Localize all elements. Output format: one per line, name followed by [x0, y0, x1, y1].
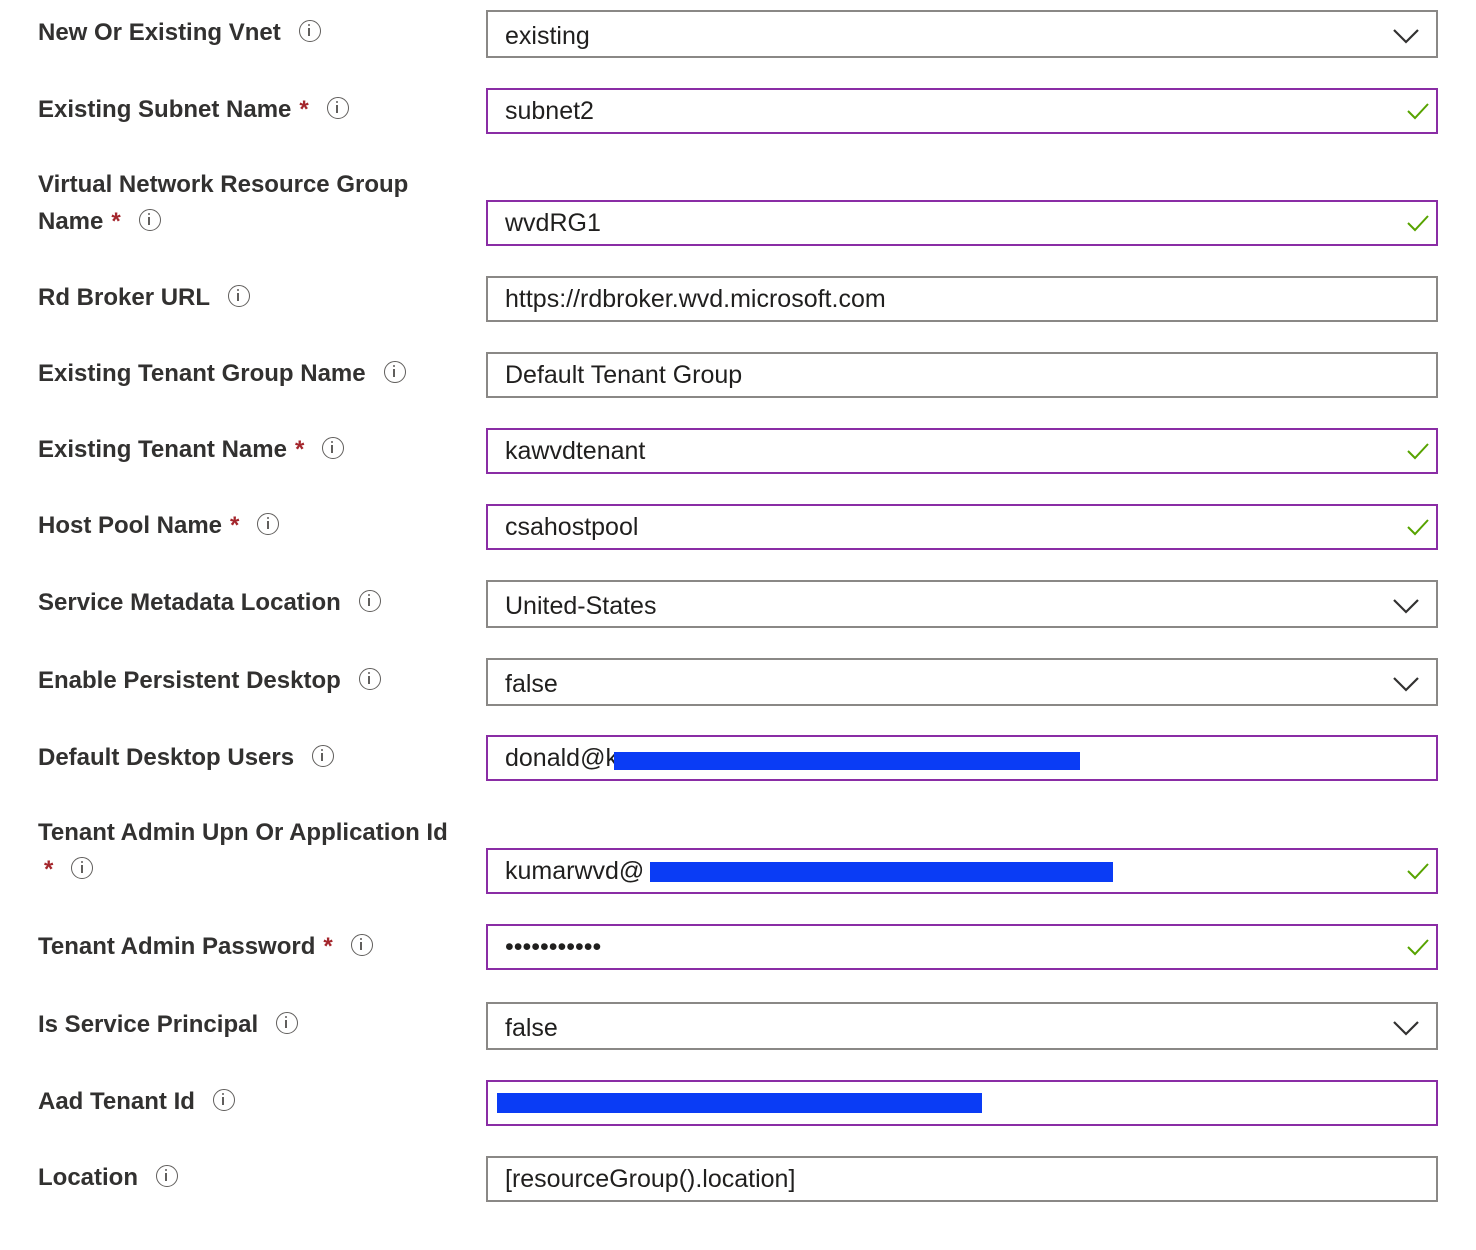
tenant-name-label: Existing Tenant Name *: [38, 431, 478, 468]
info-icon[interactable]: [383, 360, 406, 383]
metadata-location-label-text: Service Metadata Location: [38, 589, 341, 616]
checkmark-icon: [1407, 519, 1429, 536]
required-marker: *: [294, 436, 305, 463]
admin-password-value: •••••••••••: [505, 933, 602, 961]
vnet-rg-label-line2-row: Name *: [38, 203, 478, 240]
location-value: [resourceGroup().location]: [505, 1165, 796, 1193]
required-marker: *: [299, 96, 309, 123]
service-principal-value: false: [505, 1014, 558, 1042]
admin-upn-label-text: Tenant Admin Upn Or Application Id: [38, 819, 448, 846]
admin-password-input[interactable]: •••••••••••: [486, 924, 1438, 970]
chevron-down-icon: [1393, 677, 1419, 692]
tenant-group-value: Default Tenant Group: [505, 361, 743, 389]
vnet-rg-label: Virtual Network Resource Group Name *: [38, 166, 478, 240]
vnet-rg-label-line1: Virtual Network Resource Group: [38, 171, 409, 198]
tenant-name-label-text: Existing Tenant Name: [38, 436, 287, 463]
aad-tenant-label-text: Aad Tenant Id: [38, 1088, 195, 1115]
redaction-bar: [614, 752, 1080, 770]
info-icon[interactable]: [138, 208, 161, 231]
info-icon[interactable]: [276, 1011, 299, 1034]
aad-tenant-label: Aad Tenant Id: [38, 1083, 478, 1120]
broker-label: Rd Broker URL: [38, 279, 478, 316]
broker-input[interactable]: https://rdbroker.wvd.microsoft.com: [486, 276, 1438, 322]
admin-upn-label: Tenant Admin Upn Or Application Id *: [38, 814, 478, 888]
metadata-location-label: Service Metadata Location: [38, 584, 478, 621]
service-principal-label-text: Is Service Principal: [38, 1011, 259, 1038]
info-icon[interactable]: [358, 589, 381, 612]
vnet-rg-value: wvdRG1: [505, 209, 601, 237]
location-input[interactable]: [resourceGroup().location]: [486, 1156, 1438, 1202]
checkmark-icon: [1407, 443, 1429, 460]
desktop-users-value: donald@k: [505, 744, 618, 772]
vnet-rg-label-line2: Name: [38, 208, 104, 235]
chevron-down-icon: [1393, 1021, 1419, 1036]
chevron-down-icon: [1393, 599, 1419, 614]
persistent-value: false: [505, 670, 558, 698]
location-label-text: Location: [38, 1164, 138, 1191]
checkmark-icon: [1407, 215, 1429, 232]
info-icon[interactable]: [257, 512, 280, 535]
tenant-group-input[interactable]: Default Tenant Group: [486, 352, 1438, 398]
admin-upn-input[interactable]: kumarwvd@: [486, 848, 1438, 894]
persistent-label: Enable Persistent Desktop: [38, 662, 478, 699]
admin-password-label: Tenant Admin Password *: [38, 928, 478, 965]
desktop-users-label-text: Default Desktop Users: [38, 744, 295, 771]
vnet-rg-input[interactable]: wvdRG1: [486, 200, 1438, 246]
subnet-label: Existing Subnet Name *: [38, 91, 478, 128]
desktop-users-input[interactable]: donald@k: [486, 735, 1438, 781]
service-principal-dropdown[interactable]: false: [486, 1002, 1438, 1050]
admin-password-label-text: Tenant Admin Password: [38, 933, 316, 960]
broker-label-text: Rd Broker URL: [38, 284, 211, 311]
subnet-label-text: Existing Subnet Name: [38, 96, 292, 123]
tenant-name-input[interactable]: kawvdtenant: [486, 428, 1438, 474]
required-marker: *: [323, 933, 333, 960]
tenant-group-label: Existing Tenant Group Name: [38, 355, 478, 392]
host-pool-label-text: Host Pool Name: [38, 512, 223, 539]
checkmark-icon: [1407, 939, 1429, 956]
persistent-dropdown[interactable]: false: [486, 658, 1438, 706]
required-marker: *: [111, 208, 121, 235]
vnet-label: New Or Existing Vnet: [38, 14, 478, 51]
info-icon[interactable]: [358, 667, 381, 690]
info-icon[interactable]: [228, 284, 251, 307]
host-pool-value: csahostpool: [505, 513, 639, 541]
checkmark-icon: [1407, 863, 1429, 880]
redaction-bar: [650, 862, 1113, 882]
subnet-input[interactable]: subnet2: [486, 88, 1438, 134]
required-marker: *: [44, 856, 54, 883]
deployment-parameters-form: New Or Existing Vnet existing Existing S…: [0, 0, 1476, 1250]
tenant-name-value: kawvdtenant: [505, 437, 646, 465]
info-icon[interactable]: [326, 96, 349, 119]
host-pool-label: Host Pool Name *: [38, 507, 478, 544]
checkmark-icon: [1407, 103, 1429, 120]
vnet-dropdown[interactable]: existing: [486, 10, 1438, 58]
info-icon[interactable]: [298, 19, 321, 42]
broker-value: https://rdbroker.wvd.microsoft.com: [505, 285, 886, 313]
persistent-label-text: Enable Persistent Desktop: [38, 667, 341, 694]
admin-upn-value: kumarwvd@: [505, 857, 645, 885]
info-icon[interactable]: [350, 933, 373, 956]
admin-upn-label-markers: *: [38, 851, 478, 888]
info-icon[interactable]: [322, 436, 345, 459]
service-principal-label: Is Service Principal: [38, 1006, 478, 1043]
required-marker: *: [230, 512, 240, 539]
tenant-group-label-text: Existing Tenant Group Name: [38, 360, 366, 387]
desktop-users-label: Default Desktop Users: [38, 739, 478, 776]
location-label: Location: [38, 1159, 478, 1196]
redaction-bar: [497, 1093, 982, 1113]
subnet-value: subnet2: [505, 97, 594, 125]
metadata-location-value: United-States: [505, 592, 657, 620]
host-pool-input[interactable]: csahostpool: [486, 504, 1438, 550]
vnet-value: existing: [505, 22, 590, 50]
metadata-location-dropdown[interactable]: United-States: [486, 580, 1438, 628]
chevron-down-icon: [1393, 29, 1419, 44]
vnet-label-text: New Or Existing Vnet: [38, 19, 281, 46]
aad-tenant-input[interactable]: [486, 1080, 1438, 1126]
info-icon[interactable]: [156, 1164, 178, 1187]
info-icon[interactable]: [71, 856, 94, 879]
info-icon[interactable]: [312, 744, 335, 767]
info-icon[interactable]: [212, 1088, 235, 1111]
